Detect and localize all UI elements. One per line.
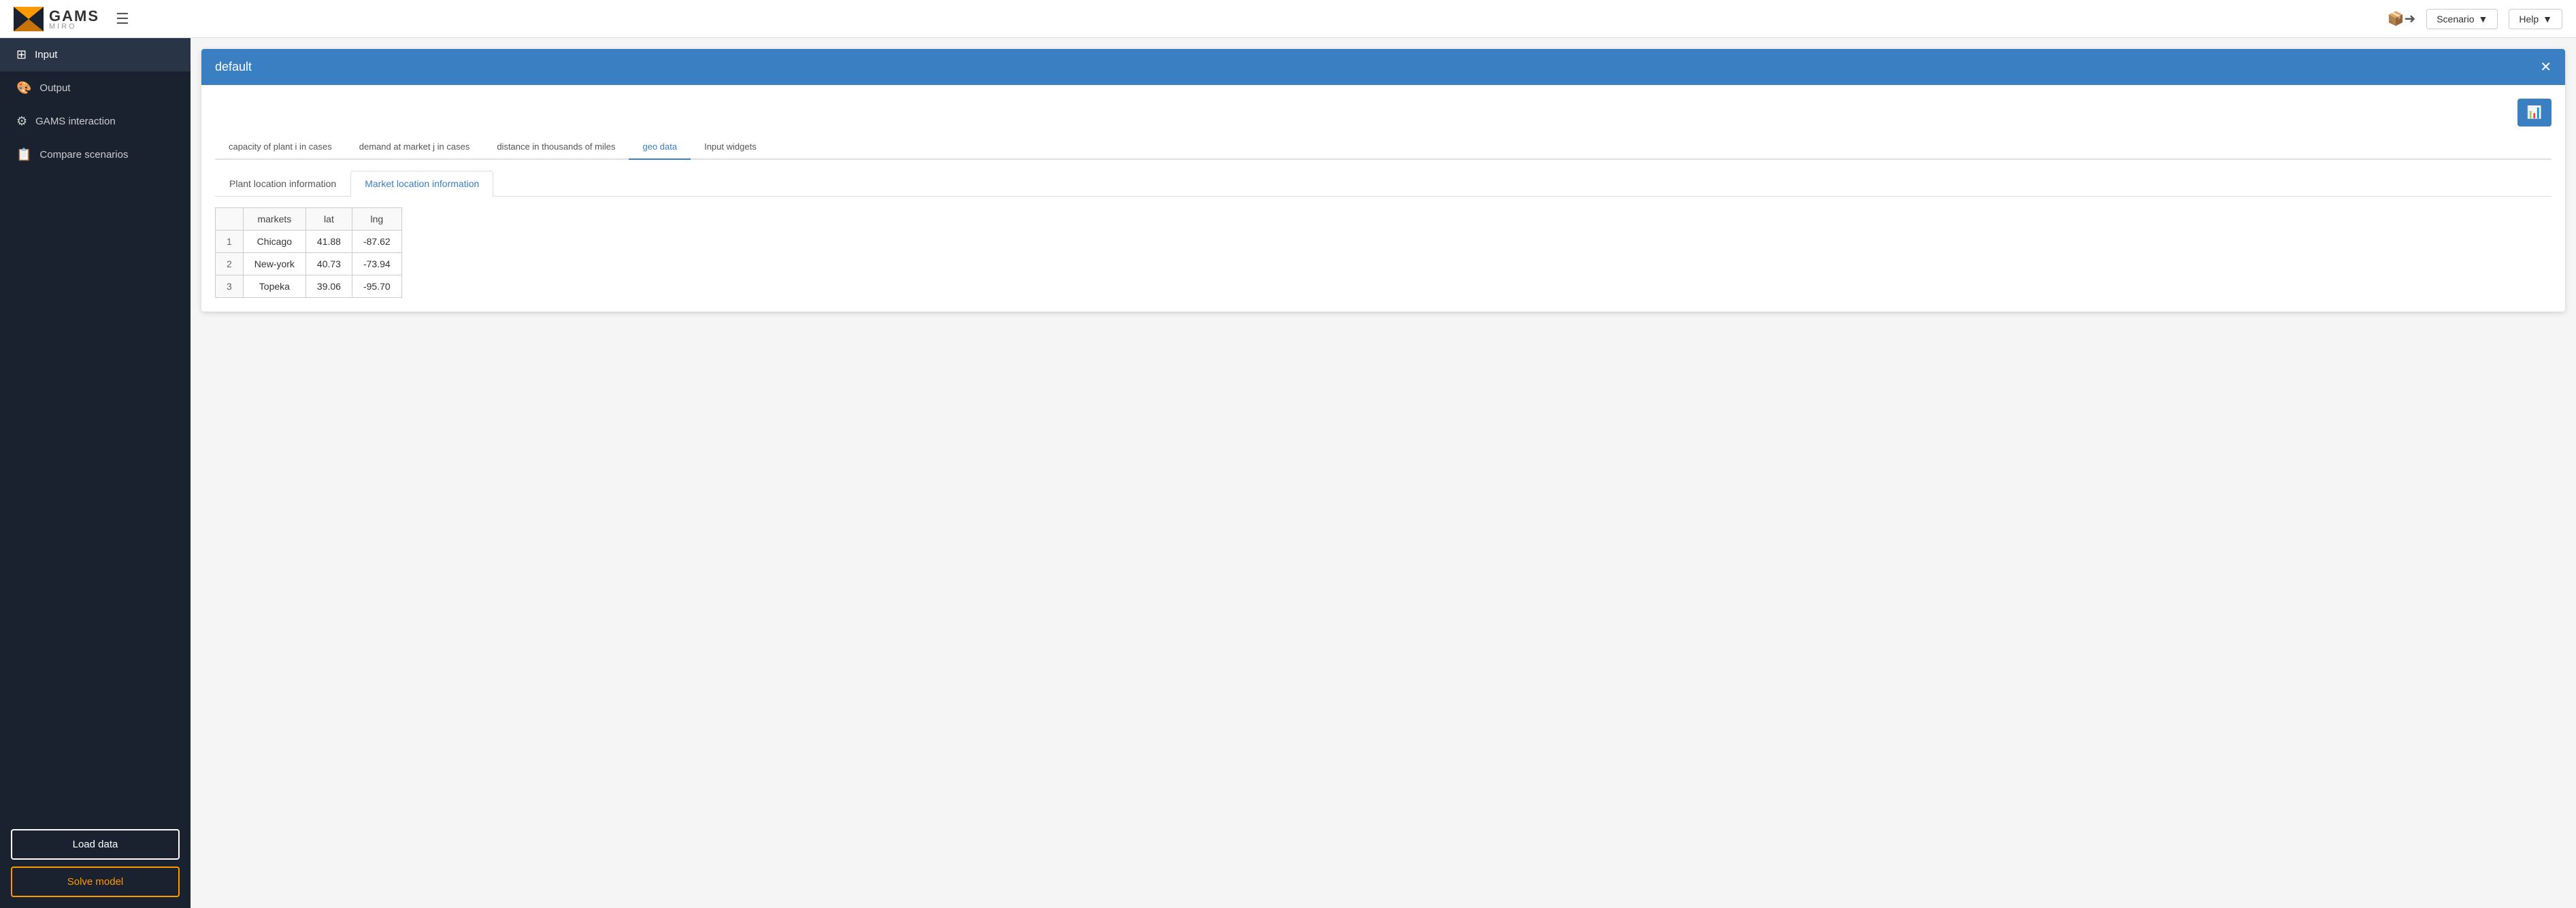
cell-lng: -73.94 (352, 253, 401, 275)
cell-lat: 41.88 (306, 231, 352, 253)
table-row: 3 Topeka 39.06 -95.70 (216, 275, 402, 298)
cell-lat: 40.73 (306, 253, 352, 275)
sidebar: ⊞ Input 🎨 Output ⚙ GAMS interaction 📋 Co… (0, 38, 191, 908)
panel-header: default ✕ (201, 49, 2565, 85)
col-header-lng: lng (352, 208, 401, 231)
compare-icon: 📋 (16, 148, 31, 162)
cell-markets: Topeka (243, 275, 306, 298)
cell-lng: -87.62 (352, 231, 401, 253)
sidebar-item-gams-interaction[interactable]: ⚙ GAMS interaction (0, 105, 191, 138)
scenario-dropdown-icon: ▼ (2478, 14, 2488, 24)
cell-markets: New-york (243, 253, 306, 275)
logo: GAMS MIRO (14, 7, 99, 31)
panel-body: 📊 capacity of plant i in cases demand at… (201, 85, 2565, 312)
help-label: Help (2519, 14, 2539, 24)
toolbar-row: 📊 (215, 99, 2552, 127)
tab-capacity[interactable]: capacity of plant i in cases (215, 135, 346, 160)
cell-row-num: 3 (216, 275, 244, 298)
col-header-index (216, 208, 244, 231)
hamburger-icon[interactable]: ☰ (110, 7, 135, 31)
load-data-button[interactable]: Load data (11, 829, 180, 860)
sidebar-item-output[interactable]: 🎨 Output (0, 71, 191, 105)
main-content: default ✕ 📊 capacity of plant i in cases (191, 38, 2576, 908)
table-row: 2 New-york 40.73 -73.94 (216, 253, 402, 275)
layout: ⊞ Input 🎨 Output ⚙ GAMS interaction 📋 Co… (0, 38, 2576, 908)
sub-tab-market[interactable]: Market location information (350, 171, 493, 197)
sub-tabs: Plant location information Market locati… (215, 171, 2552, 197)
help-button[interactable]: Help ▼ (2509, 9, 2562, 29)
topbar-left: GAMS MIRO ☰ (14, 7, 135, 31)
sidebar-item-input[interactable]: ⊞ Input (0, 38, 191, 71)
data-table: markets lat lng 1 Chicago 41.88 -87.62 2… (215, 207, 402, 298)
solve-model-button[interactable]: Solve model (11, 867, 180, 897)
table-row: 1 Chicago 41.88 -87.62 (216, 231, 402, 253)
sub-tab-plant[interactable]: Plant location information (215, 171, 350, 197)
sidebar-item-label: Input (35, 49, 57, 61)
gams-icon: ⚙ (16, 114, 27, 129)
export-icon[interactable]: 📦➜ (2388, 10, 2416, 27)
panel-title: default (215, 60, 252, 74)
sidebar-item-compare-scenarios[interactable]: 📋 Compare scenarios (0, 138, 191, 171)
sidebar-divider (0, 171, 191, 818)
chart-button[interactable]: 📊 (2517, 99, 2552, 127)
logo-sub: MIRO (49, 22, 99, 31)
cell-row-num: 2 (216, 253, 244, 275)
table-header-row: markets lat lng (216, 208, 402, 231)
topbar-right: 📦➜ Scenario ▼ Help ▼ (2388, 9, 2562, 29)
sidebar-item-label: Compare scenarios (39, 149, 128, 161)
chart-icon: 📊 (2527, 105, 2542, 119)
tab-geo[interactable]: geo data (629, 135, 691, 160)
tab-widgets[interactable]: Input widgets (691, 135, 770, 160)
col-header-lat: lat (306, 208, 352, 231)
top-tabs: capacity of plant i in cases demand at m… (215, 135, 2552, 160)
cell-lat: 39.06 (306, 275, 352, 298)
scenario-button[interactable]: Scenario ▼ (2426, 9, 2498, 29)
logo-stack: GAMS MIRO (49, 7, 99, 31)
cell-markets: Chicago (243, 231, 306, 253)
output-icon: 🎨 (16, 81, 31, 95)
sidebar-buttons: Load data Solve model (0, 818, 191, 908)
tab-demand[interactable]: demand at market j in cases (346, 135, 484, 160)
cell-lng: -95.70 (352, 275, 401, 298)
input-icon: ⊞ (16, 48, 27, 62)
panel-close-button[interactable]: ✕ (2540, 58, 2552, 75)
logo-icon (14, 7, 44, 31)
tab-distance[interactable]: distance in thousands of miles (483, 135, 629, 160)
topbar: GAMS MIRO ☰ 📦➜ Scenario ▼ Help ▼ (0, 0, 2576, 38)
help-dropdown-icon: ▼ (2543, 14, 2552, 24)
sidebar-item-label: GAMS interaction (35, 116, 116, 127)
cell-row-num: 1 (216, 231, 244, 253)
panel: default ✕ 📊 capacity of plant i in cases (201, 49, 2565, 312)
scenario-label: Scenario (2437, 14, 2474, 24)
sidebar-item-label: Output (39, 82, 70, 94)
col-header-markets: markets (243, 208, 306, 231)
